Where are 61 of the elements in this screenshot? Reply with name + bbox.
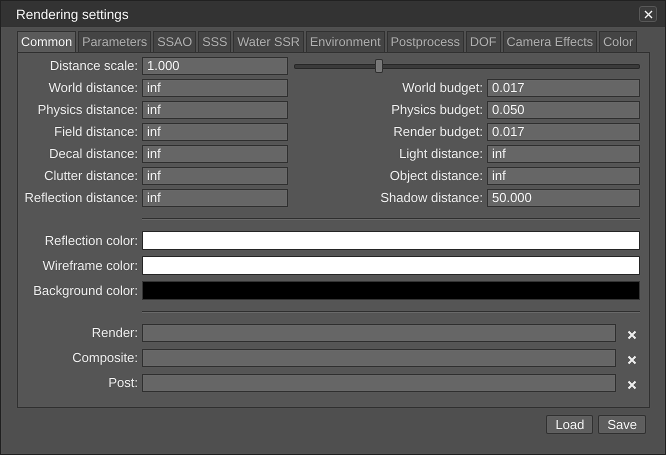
color-swatch[interactable]: [142, 281, 640, 300]
input-field[interactable]: inf: [487, 167, 640, 185]
input-field[interactable]: 0.017: [487, 79, 640, 97]
field-label: Render:: [90, 324, 138, 342]
tab[interactable]: Water SSR: [233, 31, 304, 52]
dialog-button[interactable]: Load: [546, 415, 594, 434]
input-field[interactable]: 1.000: [142, 57, 288, 75]
input-field[interactable]: inf: [142, 101, 288, 119]
input-field[interactable]: 0.050: [487, 101, 640, 119]
close-icon: [627, 380, 637, 390]
input-field[interactable]: inf: [142, 145, 288, 163]
window-title: Rendering settings: [16, 6, 129, 22]
field-label: Physics distance:: [36, 101, 138, 119]
input-field[interactable]: inf: [142, 123, 288, 141]
close-icon: [644, 10, 652, 18]
clear-button[interactable]: [626, 379, 638, 391]
color-swatch[interactable]: [142, 231, 640, 250]
clear-button[interactable]: [626, 329, 638, 341]
tab[interactable]: Camera Effects: [502, 31, 598, 52]
slider[interactable]: [292, 57, 640, 75]
input-field[interactable]: 50.000: [487, 189, 640, 207]
input-field[interactable]: inf: [142, 167, 288, 185]
input-field[interactable]: inf: [142, 79, 288, 97]
close-icon: [627, 355, 637, 365]
tab[interactable]: DOF: [466, 31, 500, 52]
tab[interactable]: Color: [599, 31, 638, 52]
field-label: Clutter distance:: [43, 167, 138, 185]
tab[interactable]: Parameters: [78, 31, 152, 52]
clear-button[interactable]: [626, 354, 638, 366]
field-label: Physics budget:: [390, 101, 483, 119]
color-swatch[interactable]: [142, 256, 640, 275]
tab[interactable]: SSAO: [153, 31, 196, 52]
tab[interactable]: SSS: [198, 31, 232, 52]
slider-thumb[interactable]: [375, 59, 383, 73]
input-field[interactable]: [142, 324, 616, 342]
close-button[interactable]: [639, 6, 657, 22]
tab[interactable]: Postprocess: [386, 31, 464, 52]
field-label: Reflection distance:: [24, 189, 138, 207]
tab[interactable]: Environment: [306, 31, 385, 52]
field-label: Wireframe color:: [42, 256, 138, 274]
input-field[interactable]: 0.017: [487, 123, 640, 141]
input-field[interactable]: [142, 349, 616, 367]
input-field[interactable]: inf: [142, 189, 288, 207]
field-label: Background color:: [32, 282, 138, 300]
field-label: Object distance:: [388, 167, 483, 185]
field-label: Distance scale:: [48, 57, 138, 75]
field-label: Composite:: [71, 349, 138, 367]
close-icon: [627, 330, 637, 340]
field-label: Render budget:: [392, 123, 483, 141]
field-label: Post:: [107, 374, 138, 392]
input-field[interactable]: inf: [487, 145, 640, 163]
field-label: Light distance:: [398, 145, 483, 163]
field-label: Field distance:: [53, 123, 138, 141]
field-label: World distance:: [48, 79, 138, 97]
dialog-button[interactable]: Save: [598, 415, 646, 434]
field-label: Decal distance:: [48, 145, 138, 163]
tab[interactable]: Common: [17, 31, 76, 52]
field-label: Shadow distance:: [379, 189, 483, 207]
field-label: Reflection color:: [44, 232, 138, 250]
input-field[interactable]: [142, 374, 616, 392]
field-label: World budget:: [401, 79, 483, 97]
